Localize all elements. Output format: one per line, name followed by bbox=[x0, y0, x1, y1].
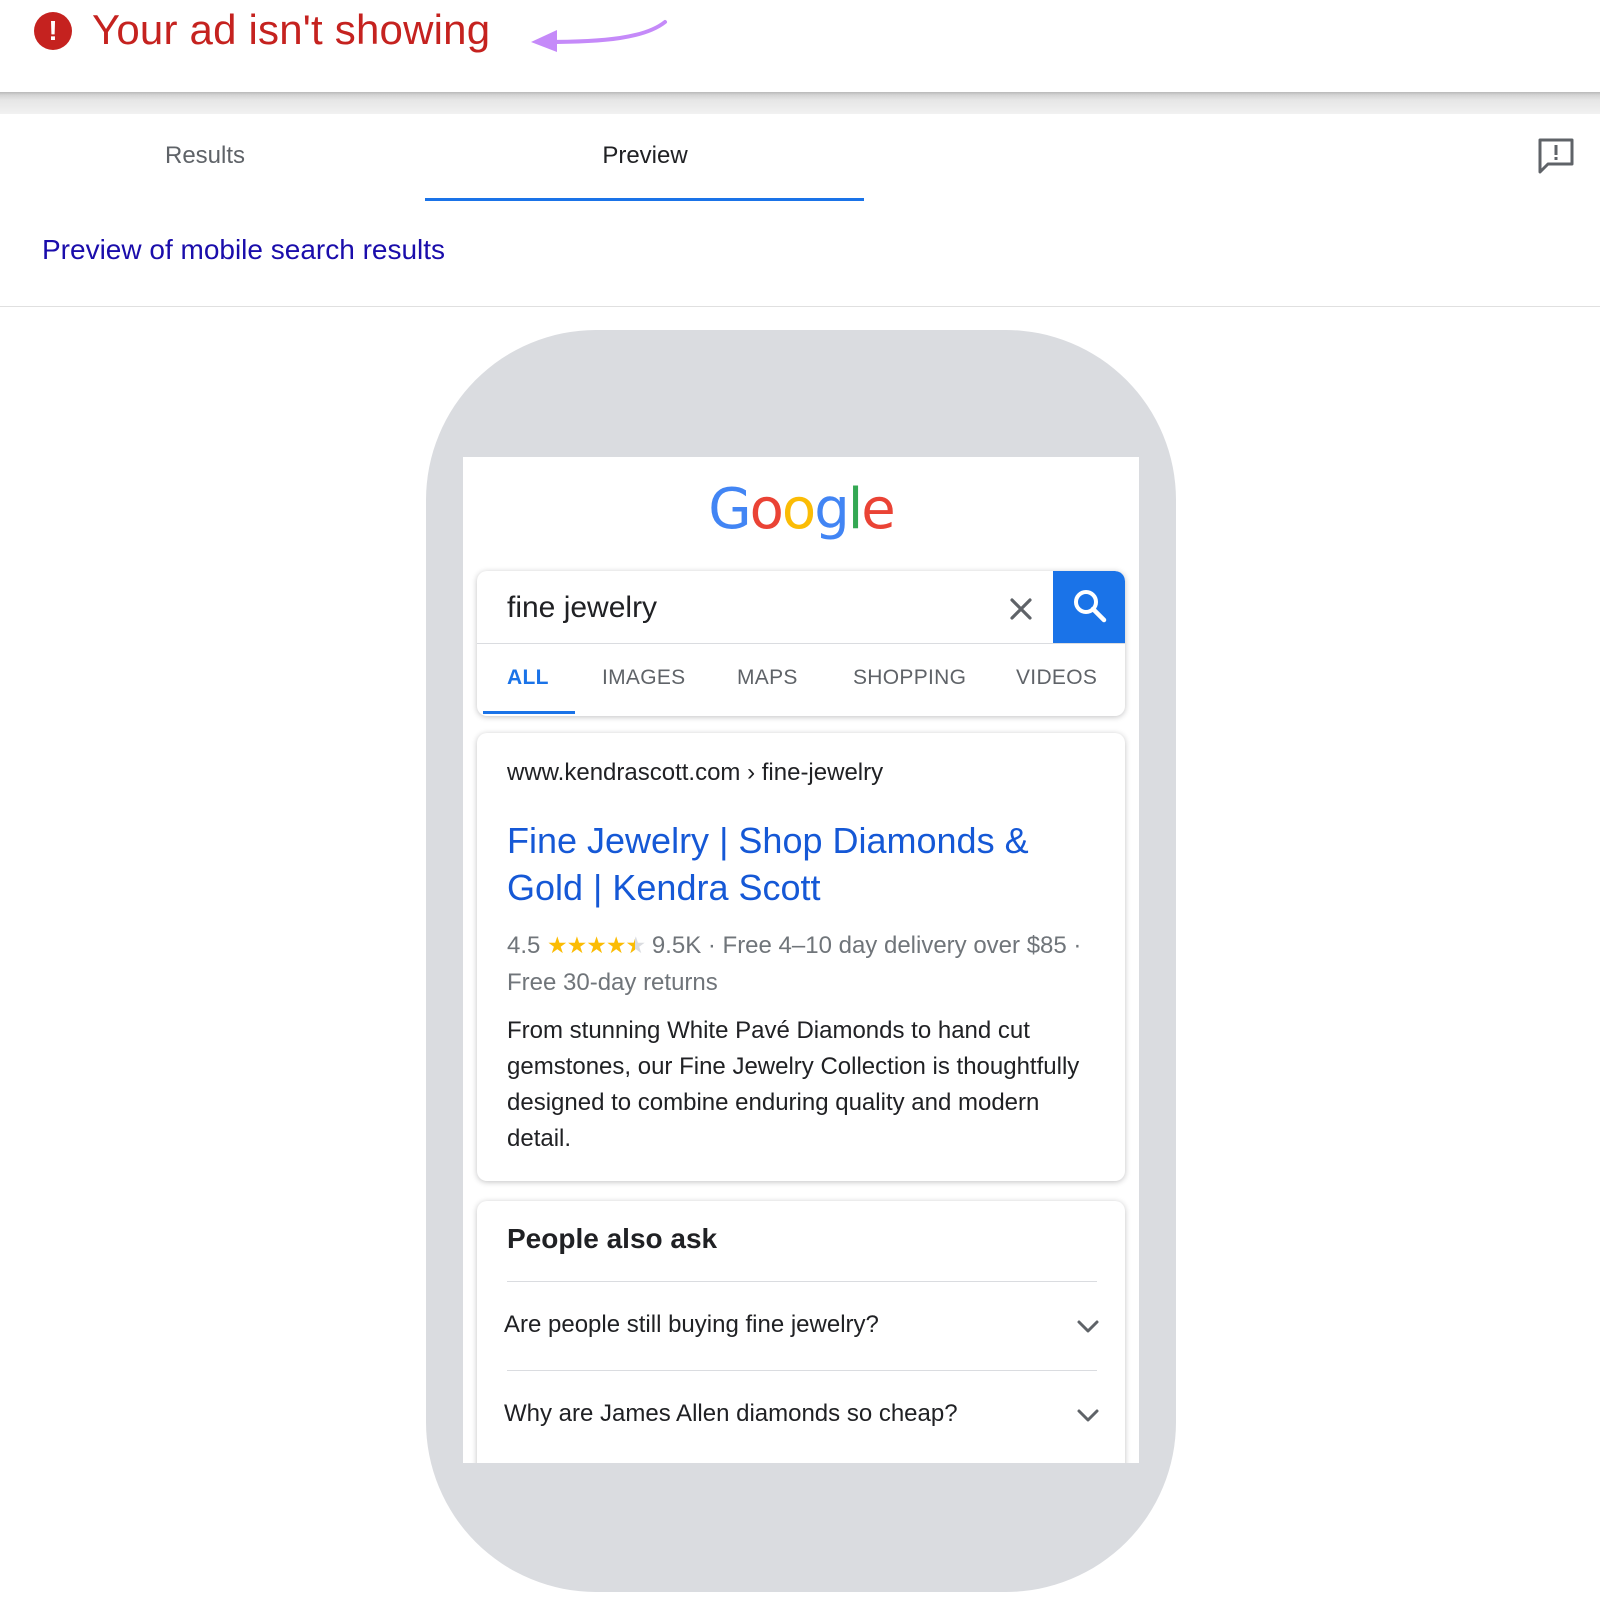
status-text: Your ad isn't showing bbox=[92, 6, 491, 53]
search-result: www.kendrascott.com › fine-jewelry Fine … bbox=[477, 733, 1125, 1181]
search-tab-all[interactable]: ALL bbox=[507, 666, 549, 690]
star-half-icon: ★ bbox=[626, 927, 647, 964]
logo-letter: g bbox=[814, 477, 850, 542]
star-rating-icon: ★★★★★ bbox=[547, 927, 646, 964]
paa-question[interactable]: Why are James Allen diamonds so cheap? bbox=[504, 1400, 958, 1428]
rating-value: 4.5 bbox=[507, 932, 541, 959]
error-icon: ! bbox=[34, 12, 72, 50]
paa-divider bbox=[507, 1281, 1097, 1282]
logo-letter: G bbox=[708, 477, 751, 542]
paa-title: People also ask bbox=[507, 1223, 718, 1254]
chevron-down-icon[interactable] bbox=[1075, 1402, 1101, 1428]
search-button[interactable] bbox=[1053, 571, 1125, 643]
result-url[interactable]: www.kendrascott.com › fine-jewelry bbox=[507, 759, 883, 787]
arrow-icon bbox=[531, 20, 667, 52]
search-icon bbox=[1074, 590, 1107, 623]
search-box: ALL IMAGES MAPS SHOPPING VIDEOS bbox=[477, 571, 1125, 716]
people-also-ask: People also ask Are people still buying … bbox=[477, 1201, 1125, 1463]
status-header: ! Your ad isn't showing bbox=[0, 0, 1600, 92]
tab-active-indicator bbox=[425, 198, 864, 201]
paa-divider bbox=[507, 1370, 1097, 1371]
result-title[interactable]: Fine Jewelry | Shop Diamonds & Gold | Ke… bbox=[507, 817, 1097, 911]
search-tab-shopping[interactable]: SHOPPING bbox=[853, 666, 966, 690]
stars-full: ★★★★ bbox=[547, 932, 626, 958]
logo-letter: e bbox=[861, 477, 895, 542]
preview-heading: Preview of mobile search results bbox=[42, 234, 446, 265]
header-shadow bbox=[0, 92, 1600, 114]
close-icon[interactable] bbox=[1005, 593, 1037, 625]
logo-letter: o bbox=[749, 477, 784, 542]
divider bbox=[0, 306, 1600, 307]
logo-letter: o bbox=[781, 477, 816, 542]
google-logo: Google bbox=[463, 477, 1139, 542]
result-description: From stunning White Pavé Diamonds to han… bbox=[507, 1017, 1080, 1152]
chevron-down-icon[interactable] bbox=[1075, 1313, 1101, 1339]
search-input[interactable] bbox=[507, 591, 977, 625]
tab-bar: Results Preview bbox=[0, 114, 1600, 202]
search-tab-images[interactable]: IMAGES bbox=[602, 666, 685, 690]
feedback-icon[interactable] bbox=[1536, 136, 1576, 176]
search-tab-videos[interactable]: VIDEOS bbox=[1016, 666, 1097, 690]
phone-screen: Google ALL IMAGES MAPS SHOPPING VIDEOS w… bbox=[463, 457, 1139, 1463]
result-meta: 4.5 ★★★★★ 9.5K · Free 4–10 day delivery … bbox=[507, 927, 1097, 1001]
search-tab-maps[interactable]: MAPS bbox=[737, 666, 798, 690]
paa-question[interactable]: Are people still buying fine jewelry? bbox=[504, 1311, 879, 1339]
logo-letter: l bbox=[847, 477, 864, 542]
search-tab-indicator bbox=[483, 711, 575, 714]
review-count: 9.5K bbox=[651, 932, 702, 959]
tab-preview[interactable]: Preview bbox=[425, 142, 865, 170]
search-separator bbox=[477, 643, 1125, 644]
tab-results[interactable]: Results bbox=[0, 142, 425, 170]
